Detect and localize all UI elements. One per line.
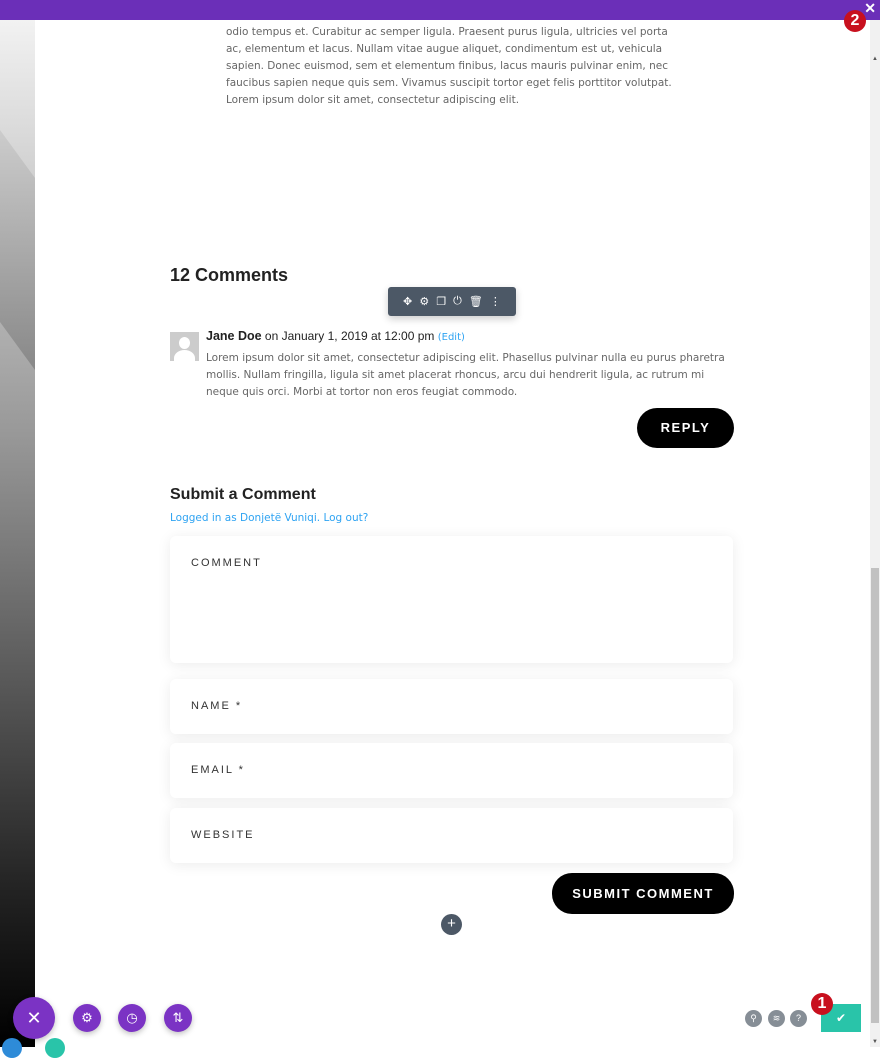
close-icon[interactable]: ✕ xyxy=(864,0,876,17)
logged-in-link[interactable]: Logged in as Donjetë Vuniqi. Log out? xyxy=(170,512,368,524)
comment-date: on January 1, 2019 at 12:00 pm xyxy=(261,329,438,343)
step-badge-1: 1 xyxy=(811,993,833,1015)
comment-textarea[interactable]: COMMENT xyxy=(170,536,733,663)
builder-top-bar: ✕ xyxy=(0,0,880,20)
help-button[interactable]: ? xyxy=(790,1010,807,1027)
avatar xyxy=(170,332,199,361)
website-placeholder: WEBSITE xyxy=(191,829,255,841)
submit-comment-button[interactable]: SUBMIT COMMENT xyxy=(552,873,734,914)
check-icon: ✔ xyxy=(835,1011,847,1025)
gear-icon[interactable]: ⚙ xyxy=(419,295,429,308)
duplicate-icon[interactable]: ❐ xyxy=(436,295,446,308)
name-placeholder: NAME * xyxy=(191,700,243,712)
scrollbar[interactable]: ▲ ▼ xyxy=(870,20,880,1047)
search-icon: ⚲ xyxy=(750,1013,757,1023)
settings-button[interactable]: ⚙ xyxy=(73,1004,101,1032)
submit-comment-title: Submit a Comment xyxy=(170,486,316,503)
help-icon: ? xyxy=(795,1013,801,1023)
clock-icon: ◷ xyxy=(126,1010,138,1025)
more-icon[interactable]: ⋮ xyxy=(490,295,501,308)
reply-button[interactable]: REPLY xyxy=(637,408,734,448)
comment-body: Lorem ipsum dolor sit amet, consectetur … xyxy=(206,352,725,398)
module-toolbar: ✥ ⚙ ❐ ⏻ 🗑 ⋮ xyxy=(388,287,516,316)
sort-arrows-icon: ⇅ xyxy=(172,1010,184,1025)
edit-link[interactable]: (Edit) xyxy=(438,332,465,343)
comment-meta: Jane Doe on January 1, 2019 at 12:00 pm … xyxy=(206,329,465,343)
gear-icon: ⚙ xyxy=(81,1010,93,1025)
blue-dot-button[interactable] xyxy=(2,1038,22,1058)
zoom-search-button[interactable]: ⚲ xyxy=(745,1010,762,1027)
step-badge-2: 2 xyxy=(844,10,866,32)
email-placeholder: EMAIL * xyxy=(191,764,245,776)
history-button[interactable]: ◷ xyxy=(118,1004,146,1032)
layers-button[interactable]: ≋ xyxy=(768,1010,785,1027)
layers-icon: ≋ xyxy=(772,1013,781,1023)
email-field[interactable]: EMAIL * xyxy=(170,743,733,798)
green-dot-button[interactable] xyxy=(45,1038,65,1058)
name-field[interactable]: NAME * xyxy=(170,679,733,734)
website-field[interactable]: WEBSITE xyxy=(170,808,733,863)
comment-placeholder: COMMENT xyxy=(191,557,262,569)
comments-title: 12 Comments xyxy=(170,265,289,285)
portability-button[interactable]: ⇅ xyxy=(164,1004,192,1032)
move-icon[interactable]: ✥ xyxy=(403,295,412,308)
background-decoration xyxy=(0,20,35,1047)
add-module-button[interactable]: + xyxy=(441,914,462,935)
trash-icon[interactable]: 🗑 xyxy=(469,295,483,308)
comment-author: Jane Doe xyxy=(206,329,262,343)
close-builder-button[interactable]: ✕ xyxy=(13,997,55,1039)
power-icon[interactable]: ⏻ xyxy=(453,295,462,308)
intro-paragraph: odio tempus et. Curabitur ac semper ligu… xyxy=(226,26,672,106)
